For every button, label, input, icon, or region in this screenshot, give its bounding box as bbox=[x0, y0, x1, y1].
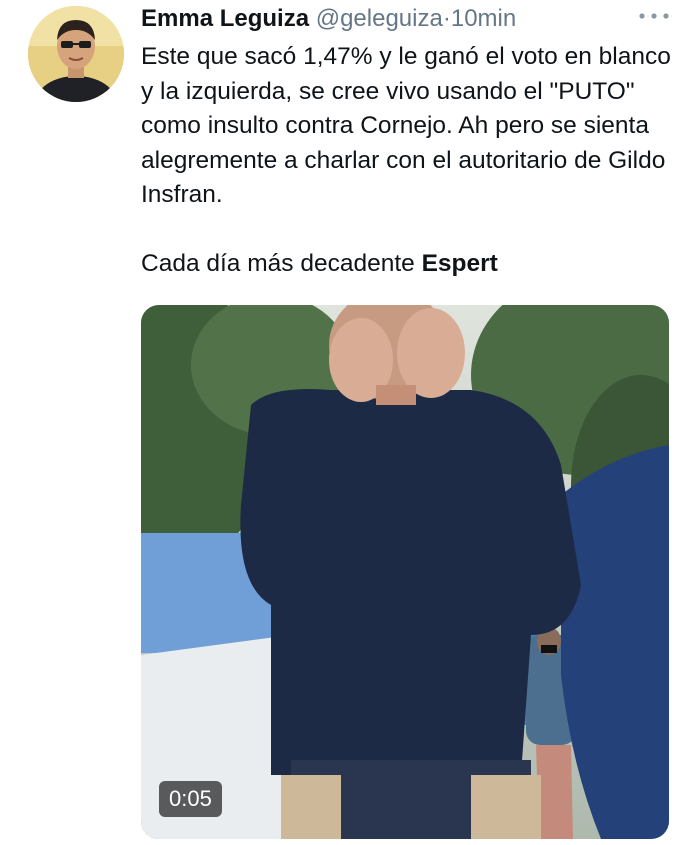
tweet-text: Este que sacó 1,47% y le ganó el voto en… bbox=[141, 40, 686, 282]
avatar[interactable] bbox=[28, 6, 124, 102]
ellipsis-icon[interactable] bbox=[637, 8, 671, 24]
author-name[interactable]: Emma Leguiza bbox=[141, 5, 309, 32]
video-thumbnail bbox=[141, 305, 669, 839]
tweet-text-segment: Cada día más decadente bbox=[141, 250, 422, 277]
video-duration-badge: 0:05 bbox=[159, 781, 222, 817]
tweet-bold-word: Espert bbox=[421, 250, 498, 277]
tweet-header: Emma Leguiza @geleguiza·10min bbox=[141, 4, 669, 34]
avatar-image bbox=[28, 6, 124, 102]
author-handle[interactable]: @geleguiza bbox=[316, 5, 443, 32]
separator-dot: · bbox=[442, 5, 451, 32]
tweet-paragraph: Este que sacó 1,47% y le ganó el voto en… bbox=[141, 43, 671, 208]
video-player[interactable]: 0:05 bbox=[141, 305, 669, 839]
timestamp[interactable]: 10min bbox=[451, 5, 516, 32]
tweet-paragraph: Cada día más decadente Espert bbox=[141, 247, 686, 282]
tweet[interactable]: Emma Leguiza @geleguiza·10min Este que s… bbox=[0, 0, 699, 845]
